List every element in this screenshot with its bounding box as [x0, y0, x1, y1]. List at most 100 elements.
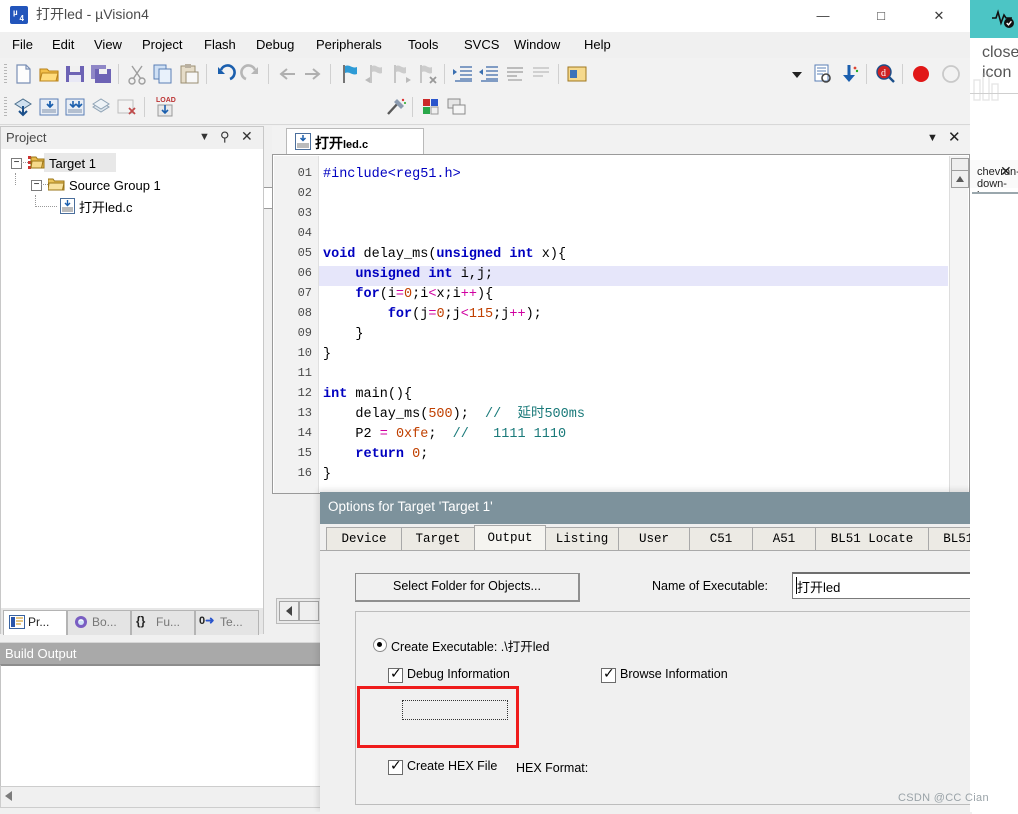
scroll-right-icon[interactable]: [299, 601, 319, 621]
tab-bl51-misc[interactable]: BL51 Misc: [928, 527, 970, 552]
checkmark-icon: ✓: [603, 666, 615, 682]
dropdown-arrow-icon[interactable]: [786, 63, 808, 85]
minimize-button[interactable]: —: [800, 0, 846, 32]
menu-svcs[interactable]: SVCS: [460, 36, 503, 54]
copy-icon[interactable]: [152, 63, 174, 85]
tree-item-source-group-1[interactable]: Source Group 1: [69, 176, 161, 196]
comment-icon[interactable]: [504, 63, 526, 85]
cut-icon[interactable]: [126, 63, 148, 85]
manage-multiproject-icon[interactable]: [446, 96, 468, 118]
tree-expander-target[interactable]: −: [11, 158, 22, 169]
outdent-icon[interactable]: [478, 63, 500, 85]
code-text-area[interactable]: #include<reg51.h> void delay_ms(unsigned…: [319, 156, 949, 493]
rebuild-all-icon[interactable]: [64, 96, 86, 118]
tab-output[interactable]: Output: [474, 525, 546, 553]
tab-device[interactable]: Device: [326, 527, 402, 552]
background-app-close-icon[interactable]: close-icon: [982, 43, 1018, 81]
menu-tools[interactable]: Tools: [404, 36, 442, 54]
bookmark-toggle-icon[interactable]: [338, 63, 360, 85]
menu-project[interactable]: Project: [138, 36, 186, 54]
scroll-up-icon[interactable]: [951, 170, 969, 188]
line-number: 12: [297, 386, 312, 400]
background-panel-close-icon[interactable]: ✕: [1000, 163, 1012, 180]
maximize-button[interactable]: □: [858, 0, 904, 32]
editor-vertical-scrollbar[interactable]: [949, 156, 969, 493]
menu-peripherals[interactable]: Peripherals: [312, 36, 386, 54]
debug-information-checkbox[interactable]: ✓: [388, 666, 403, 683]
save-icon[interactable]: [64, 63, 86, 85]
menu-file[interactable]: File: [8, 36, 37, 54]
build-target-icon[interactable]: [38, 96, 60, 118]
chevron-down-icon[interactable]: ▼: [199, 131, 210, 143]
tab-a51[interactable]: A51: [752, 527, 816, 552]
menu-flash[interactable]: Flash: [200, 36, 240, 54]
chevron-down-icon[interactable]: ▼: [927, 132, 938, 144]
save-all-icon[interactable]: [90, 63, 112, 85]
create-hex-file-checkbox[interactable]: ✓: [388, 758, 403, 775]
tree-item-target-1[interactable]: Target 1: [49, 154, 96, 174]
navigate-forward-icon[interactable]: [302, 63, 324, 85]
browse-information-checkbox[interactable]: ✓: [601, 666, 616, 683]
scroll-left-arrow-icon[interactable]: [5, 791, 12, 801]
tab-books[interactable]: Bo...: [67, 610, 131, 635]
code-line-6: unsigned int i,j;: [355, 267, 494, 282]
stop-build-icon[interactable]: [116, 96, 138, 118]
stop-record-icon[interactable]: [940, 63, 962, 85]
menu-help[interactable]: Help: [580, 36, 615, 54]
build-output-hscrollbar[interactable]: [0, 786, 322, 808]
create-executable-label: Create Executable: .\打开led: [391, 640, 550, 654]
menu-view[interactable]: View: [90, 36, 126, 54]
bookmark-goto-icon[interactable]: [838, 63, 860, 85]
tab-listing[interactable]: Listing: [545, 527, 619, 552]
scroll-left-icon[interactable]: [279, 601, 299, 621]
pin-icon[interactable]: ⚲: [220, 129, 230, 145]
tab-target[interactable]: Target: [401, 527, 475, 552]
tab-bl51-locate[interactable]: BL51 Locate: [815, 527, 929, 552]
translate-icon[interactable]: [12, 96, 34, 118]
navigate-back-icon[interactable]: [276, 63, 298, 85]
tree-expander-source-group[interactable]: −: [31, 180, 42, 191]
tab-project[interactable]: Pr...: [3, 610, 67, 635]
open-file-icon[interactable]: [38, 63, 60, 85]
indent-icon[interactable]: [452, 63, 474, 85]
load-flash-icon[interactable]: LOAD: [152, 94, 180, 120]
tab-templates-label: Te...: [220, 615, 243, 629]
build-output-body[interactable]: [0, 664, 322, 791]
menu-window[interactable]: Window: [510, 36, 564, 54]
code-editor-body[interactable]: 01 02 03 04 05 06 07 08 09 10 11 12 13 1…: [272, 154, 970, 494]
undo-icon[interactable]: [214, 63, 236, 85]
close-button[interactable]: ✕: [916, 0, 962, 32]
menu-edit[interactable]: Edit: [48, 36, 78, 54]
bookmark-next-icon[interactable]: [390, 63, 412, 85]
bookmark-clear-icon[interactable]: [416, 63, 438, 85]
options-for-target-dialog: Options for Target 'Target 1' Device Tar…: [320, 492, 970, 812]
select-folder-for-objects-button[interactable]: Select Folder for Objects...: [355, 573, 580, 602]
menu-debug[interactable]: Debug: [252, 36, 298, 54]
uncomment-icon[interactable]: [530, 63, 552, 85]
tab-functions[interactable]: {} Fu...: [131, 610, 195, 635]
batch-build-icon[interactable]: [90, 96, 112, 118]
toolbar-grip[interactable]: [4, 97, 7, 117]
open-project-window-icon[interactable]: [566, 63, 588, 85]
paste-icon[interactable]: [178, 63, 200, 85]
create-executable-radio[interactable]: [373, 638, 387, 652]
tab-user[interactable]: User: [618, 527, 690, 552]
options-for-target-icon[interactable]: [385, 96, 407, 118]
close-icon[interactable]: ✕: [241, 128, 253, 145]
tree-item-source-file[interactable]: 打开led.c: [79, 198, 132, 218]
name-of-executable-input[interactable]: 打开led: [792, 572, 970, 599]
editor-tab-source-file[interactable]: 打开led.c: [286, 128, 424, 155]
editor-close-icon[interactable]: ✕: [948, 128, 961, 146]
line-number: 14: [297, 426, 312, 440]
new-file-icon[interactable]: [12, 63, 34, 85]
find-in-files-icon[interactable]: d: [874, 63, 896, 85]
toolbar-grip[interactable]: [4, 64, 7, 84]
file-find-icon[interactable]: [812, 63, 834, 85]
dialog-tabstrip: Device Target Output Listing User C51 A5…: [320, 524, 970, 553]
manage-components-icon[interactable]: [420, 96, 442, 118]
redo-icon[interactable]: [240, 63, 262, 85]
tab-templates[interactable]: 0➜ Te...: [195, 610, 259, 635]
tab-c51[interactable]: C51: [689, 527, 753, 552]
record-icon[interactable]: [910, 63, 932, 85]
bookmark-prev-icon[interactable]: [364, 63, 386, 85]
